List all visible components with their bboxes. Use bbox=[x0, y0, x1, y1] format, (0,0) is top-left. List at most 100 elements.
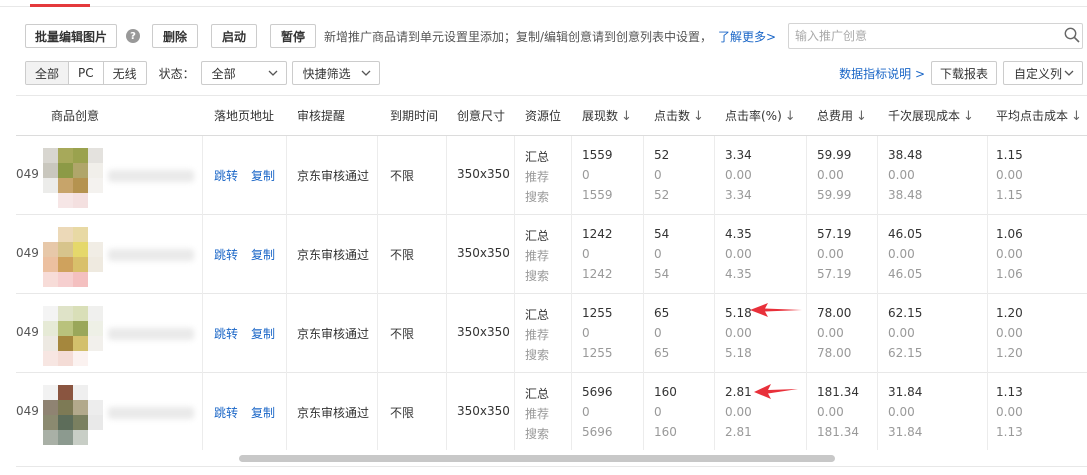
start-button[interactable]: 启动 bbox=[211, 24, 257, 48]
cpc-value: 1.06 bbox=[996, 267, 1023, 281]
ctr-value: 4.35 bbox=[725, 227, 752, 241]
tab-wireless[interactable]: 无线 bbox=[104, 62, 146, 84]
column-divider bbox=[571, 136, 572, 215]
header-cost[interactable]: 总费用 ↓ bbox=[817, 96, 867, 136]
column-divider bbox=[877, 373, 878, 450]
sort-arrow-icon[interactable]: ↓ bbox=[856, 109, 867, 124]
thumbnail-pixel bbox=[73, 148, 88, 163]
quick-filter-select[interactable]: 快捷筛选 bbox=[291, 61, 380, 85]
cpm-value: 38.48 bbox=[888, 148, 923, 162]
slot-label: 搜索 bbox=[525, 427, 550, 441]
horizontal-scrollbar[interactable] bbox=[239, 455, 835, 462]
cpc-value: 1.15 bbox=[996, 148, 1023, 162]
impressions-value: 0 bbox=[582, 405, 590, 419]
status-label: 状态： bbox=[158, 66, 195, 81]
header-landing: 落地页地址 bbox=[214, 109, 275, 123]
header-cost-label: 总费用 bbox=[817, 109, 854, 123]
cpc-value: 0.00 bbox=[996, 168, 1023, 182]
red-arrow-annotation bbox=[754, 384, 798, 399]
cpm-value: 46.05 bbox=[888, 227, 923, 241]
header-cpm[interactable]: 千次展现成本 ↓ bbox=[888, 96, 974, 136]
sort-arrow-icon[interactable]: ↓ bbox=[1071, 109, 1082, 124]
expire-time: 不限 bbox=[390, 169, 415, 183]
learn-more-link[interactable]: 了解更多> bbox=[718, 28, 776, 45]
help-icon[interactable]: ? bbox=[126, 29, 140, 43]
thumbnail-pixel bbox=[88, 385, 103, 400]
thumbnail-pixel bbox=[73, 227, 88, 242]
clicks-value: 0 bbox=[654, 168, 662, 182]
creative-thumbnail[interactable] bbox=[43, 385, 103, 445]
cost-value: 0.00 bbox=[817, 247, 844, 261]
metric-help-link[interactable]: 数据指标说明 > bbox=[839, 65, 925, 82]
header-clicks[interactable]: 点击数 ↓ bbox=[654, 96, 704, 136]
thumbnail-pixel bbox=[88, 321, 103, 336]
search-icon[interactable] bbox=[1064, 27, 1080, 43]
clicks-value: 0 bbox=[654, 247, 662, 261]
creative-thumbnail[interactable] bbox=[43, 227, 103, 287]
thumbnail-pixel bbox=[88, 336, 103, 351]
cpc-value: 1.15 bbox=[996, 188, 1023, 202]
thumbnail-pixel bbox=[58, 336, 73, 351]
cpm-value: 62.15 bbox=[888, 306, 923, 320]
jump-link[interactable]: 跳转 bbox=[214, 404, 238, 421]
copy-link[interactable]: 复制 bbox=[251, 246, 275, 263]
thumbnail-pixel bbox=[73, 272, 88, 287]
batch-edit-images-button[interactable]: 批量编辑图片 bbox=[25, 24, 117, 48]
column-divider bbox=[714, 136, 715, 215]
sort-arrow-icon[interactable]: ↓ bbox=[693, 109, 704, 124]
cpm-value: 31.84 bbox=[888, 425, 923, 439]
thumbnail-pixel bbox=[58, 351, 73, 366]
custom-columns-select[interactable]: 自定义列 bbox=[1003, 61, 1083, 85]
jump-link[interactable]: 跳转 bbox=[214, 167, 238, 184]
clicks-value: 52 bbox=[654, 188, 670, 202]
status-select[interactable]: 全部 bbox=[200, 61, 287, 85]
header-ctr[interactable]: 点击率(%) ↓ bbox=[725, 96, 796, 136]
column-divider bbox=[571, 215, 572, 294]
header-review: 审核提醒 bbox=[297, 109, 346, 123]
custom-columns-label: 自定义列 bbox=[1014, 66, 1063, 81]
thumbnail-pixel bbox=[73, 163, 88, 178]
copy-link[interactable]: 复制 bbox=[251, 404, 275, 421]
delete-button[interactable]: 删除 bbox=[152, 24, 198, 48]
thumbnail-pixel bbox=[43, 178, 58, 193]
column-divider bbox=[643, 136, 644, 215]
jump-link[interactable]: 跳转 bbox=[214, 325, 238, 342]
column-divider bbox=[286, 215, 287, 294]
creative-thumbnail[interactable] bbox=[43, 306, 103, 366]
cost-value: 57.19 bbox=[817, 227, 852, 241]
thumbnail-pixel bbox=[73, 415, 88, 430]
creative-id-fragment: 049 bbox=[16, 167, 39, 181]
header-cpc[interactable]: 平均点击成本 ↓ bbox=[996, 96, 1082, 136]
header-impressions[interactable]: 展现数 ↓ bbox=[582, 96, 632, 136]
thumbnail-pixel bbox=[73, 193, 88, 208]
red-arrow-annotation bbox=[750, 303, 802, 317]
pause-button[interactable]: 暂停 bbox=[270, 24, 316, 48]
tab-all[interactable]: 全部 bbox=[26, 62, 70, 84]
sort-arrow-icon[interactable]: ↓ bbox=[785, 109, 796, 124]
column-divider bbox=[987, 136, 988, 215]
ctr-value: 0.00 bbox=[725, 405, 752, 419]
column-divider bbox=[446, 215, 447, 294]
cpm-value: 0.00 bbox=[888, 168, 915, 182]
sort-arrow-icon[interactable]: ↓ bbox=[621, 109, 632, 124]
slot-label: 推荐 bbox=[525, 407, 550, 421]
slot-label: 汇总 bbox=[525, 308, 550, 322]
tab-pc[interactable]: PC bbox=[69, 62, 104, 84]
copy-link[interactable]: 复制 bbox=[251, 325, 275, 342]
download-report-button[interactable]: 下载报表 bbox=[931, 61, 997, 85]
thumbnail-pixel bbox=[73, 306, 88, 321]
thumbnail-pixel bbox=[43, 400, 58, 415]
cost-value: 57.19 bbox=[817, 267, 852, 281]
jump-link[interactable]: 跳转 bbox=[214, 246, 238, 263]
active-tab-indicator bbox=[30, 4, 90, 7]
thumbnail-pixel bbox=[43, 227, 58, 242]
thumbnail-pixel bbox=[43, 430, 58, 445]
search-input[interactable] bbox=[789, 24, 1049, 48]
impressions-value: 1242 bbox=[582, 267, 613, 281]
copy-link[interactable]: 复制 bbox=[251, 167, 275, 184]
column-divider bbox=[987, 215, 988, 294]
creative-size: 350x350 bbox=[457, 325, 510, 339]
ctr-value: 0.00 bbox=[725, 326, 752, 340]
sort-arrow-icon[interactable]: ↓ bbox=[963, 109, 974, 124]
creative-thumbnail[interactable] bbox=[43, 148, 103, 208]
